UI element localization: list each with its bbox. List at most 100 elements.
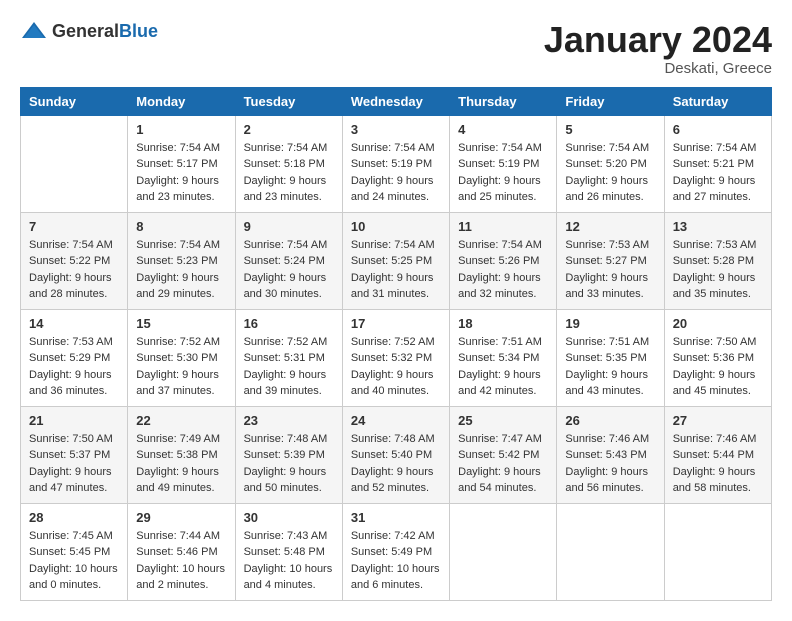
sunset-text: Sunset: 5:21 PM xyxy=(673,158,754,170)
daylight-text: Daylight: 9 hours and 36 minutes. xyxy=(29,369,112,398)
day-info: Sunrise: 7:51 AMSunset: 5:35 PMDaylight:… xyxy=(565,334,655,400)
day-cell-0-4: 4 Sunrise: 7:54 AM Sunset: 5:19 PM Daylight… xyxy=(450,115,557,212)
sunset-text: Sunset: 5:20 PM xyxy=(565,158,646,170)
day-number: 28 xyxy=(29,510,119,525)
sunset-text: Sunset: 5:19 PM xyxy=(458,158,539,170)
day-number: 6 xyxy=(673,122,763,137)
day-cell-2-4: 18 Sunrise: 7:51 AMSunset: 5:34 PMDayligh… xyxy=(450,309,557,406)
day-cell-1-3: 10 Sunrise: 7:54 AM Sunset: 5:25 PM Dayligh… xyxy=(342,212,449,309)
sunrise-text: Sunrise: 7:48 AM xyxy=(351,433,435,445)
day-info: Sunrise: 7:54 AMSunset: 5:26 PMDaylight:… xyxy=(458,237,548,303)
day-info: Sunrise: 7:47 AMSunset: 5:42 PMDaylight:… xyxy=(458,431,548,497)
day-cell-2-3: 17Sunrise: 7:52 AMSunset: 5:32 PMDayligh… xyxy=(342,309,449,406)
daylight-text: Daylight: 9 hours and 47 minutes. xyxy=(29,466,112,495)
daylight-text: Daylight: 9 hours and 31 minutes. xyxy=(351,272,434,301)
calendar-header: Sunday Monday Tuesday Wednesday Thursday… xyxy=(21,87,772,115)
sunset-text: Sunset: 5:25 PM xyxy=(351,255,432,267)
page-container: GeneralBlue January 2024 Deskati, Greece… xyxy=(20,20,772,601)
day-info: Sunrise: 7:54 AMSunset: 5:22 PMDaylight:… xyxy=(29,237,119,303)
col-tuesday: Tuesday xyxy=(235,87,342,115)
day-number: 21 xyxy=(29,413,119,428)
sunset-text: Sunset: 5:43 PM xyxy=(565,449,646,461)
col-saturday: Saturday xyxy=(664,87,771,115)
day-cell-1-4: 11 Sunrise: 7:54 AMSunset: 5:26 PMDayligh… xyxy=(450,212,557,309)
sunrise-text: Sunrise: 7:46 AM xyxy=(673,433,757,445)
day-info: Sunrise: 7:48 AMSunset: 5:39 PMDaylight:… xyxy=(244,431,334,497)
day-number: 25 xyxy=(458,413,548,428)
day-number: 16 xyxy=(244,316,334,331)
day-cell-2-1: 15 Sunrise: 7:52 AM Sunset: 5:30 PM Dayligh… xyxy=(128,309,235,406)
day-cell-1-2: 9Sunrise: 7:54 AMSunset: 5:24 PMDaylight… xyxy=(235,212,342,309)
day-number: 18 xyxy=(458,316,548,331)
day-info: Sunrise: 7:45 AMSunset: 5:45 PMDaylight:… xyxy=(29,528,119,594)
daylight-text: Daylight: 9 hours and 52 minutes. xyxy=(351,466,434,495)
day-number: 23 xyxy=(244,413,334,428)
sunset-text: Sunset: 5:35 PM xyxy=(565,352,646,364)
daylight-text: Daylight: 9 hours and 27 minutes. xyxy=(673,175,756,204)
sunrise-text: Sunrise: 7:54 AM xyxy=(244,142,328,154)
sunset-text: Sunset: 5:19 PM xyxy=(351,158,432,170)
day-number: 10 xyxy=(351,219,441,234)
sunset-text: Sunset: 5:30 PM xyxy=(136,352,217,364)
sunrise-text: Sunrise: 7:54 AM xyxy=(29,239,113,251)
day-cell-4-4 xyxy=(450,503,557,600)
week-row-4: 21Sunrise: 7:50 AMSunset: 5:37 PMDayligh… xyxy=(21,406,772,503)
daylight-text: Daylight: 9 hours and 24 minutes. xyxy=(351,175,434,204)
day-info: Sunrise: 7:48 AMSunset: 5:40 PMDaylight:… xyxy=(351,431,441,497)
day-cell-2-2: 16Sunrise: 7:52 AMSunset: 5:31 PMDayligh… xyxy=(235,309,342,406)
day-cell-4-5 xyxy=(557,503,664,600)
day-info: Sunrise: 7:46 AMSunset: 5:44 PMDaylight:… xyxy=(673,431,763,497)
sunrise-text: Sunrise: 7:49 AM xyxy=(136,433,220,445)
daylight-text: Daylight: 9 hours and 39 minutes. xyxy=(244,369,327,398)
day-number: 4 xyxy=(458,122,548,137)
day-number: 22 xyxy=(136,413,226,428)
day-info: Sunrise: 7:54 AM Sunset: 5:19 PM Daylight:… xyxy=(458,140,548,206)
day-info: Sunrise: 7:51 AMSunset: 5:34 PMDaylight:… xyxy=(458,334,548,400)
day-number: 13 xyxy=(673,219,763,234)
sunset-text: Sunset: 5:24 PM xyxy=(244,255,325,267)
day-number: 24 xyxy=(351,413,441,428)
sunrise-text: Sunrise: 7:54 AM xyxy=(136,239,220,251)
daylight-text: Daylight: 9 hours and 25 minutes. xyxy=(458,175,541,204)
sunrise-text: Sunrise: 7:54 AM xyxy=(351,142,435,154)
sunset-text: Sunset: 5:39 PM xyxy=(244,449,325,461)
day-cell-4-0: 28 Sunrise: 7:45 AMSunset: 5:45 PMDayligh… xyxy=(21,503,128,600)
col-sunday: Sunday xyxy=(21,87,128,115)
col-friday: Friday xyxy=(557,87,664,115)
day-cell-1-1: 8Sunrise: 7:54 AMSunset: 5:23 PMDaylight… xyxy=(128,212,235,309)
sunrise-text: Sunrise: 7:54 AM xyxy=(351,239,435,251)
daylight-text: Daylight: 10 hours and 4 minutes. xyxy=(244,563,333,592)
day-cell-0-5: 5Sunrise: 7:54 AMSunset: 5:20 PMDaylight… xyxy=(557,115,664,212)
sunrise-text: Sunrise: 7:52 AM xyxy=(136,336,220,348)
day-info: Sunrise: 7:46 AMSunset: 5:43 PMDaylight:… xyxy=(565,431,655,497)
week-row-5: 28 Sunrise: 7:45 AMSunset: 5:45 PMDayligh… xyxy=(21,503,772,600)
daylight-text: Daylight: 9 hours and 42 minutes. xyxy=(458,369,541,398)
day-cell-0-3: 3 Sunrise: 7:54 AM Sunset: 5:19 PM Daylight… xyxy=(342,115,449,212)
calendar-body: 1 Sunrise: 7:54 AMSunset: 5:17 PMDaylight… xyxy=(21,115,772,600)
sunset-text: Sunset: 5:36 PM xyxy=(673,352,754,364)
sunset-text: Sunset: 5:26 PM xyxy=(458,255,539,267)
day-number: 12 xyxy=(565,219,655,234)
general-blue-logo-icon xyxy=(20,20,48,42)
day-cell-3-2: 23 Sunrise: 7:48 AMSunset: 5:39 PMDayligh… xyxy=(235,406,342,503)
daylight-text: Daylight: 9 hours and 50 minutes. xyxy=(244,466,327,495)
sunrise-text: Sunrise: 7:53 AM xyxy=(29,336,113,348)
month-title: January 2024 xyxy=(544,20,772,60)
sunset-text: Sunset: 5:46 PM xyxy=(136,546,217,558)
day-number: 15 xyxy=(136,316,226,331)
day-info: Sunrise: 7:54 AMSunset: 5:17 PMDaylight:… xyxy=(136,140,226,206)
daylight-text: Daylight: 9 hours and 23 minutes. xyxy=(244,175,327,204)
daylight-text: Daylight: 10 hours and 6 minutes. xyxy=(351,563,440,592)
day-number: 11 xyxy=(458,219,548,234)
daylight-text: Daylight: 9 hours and 58 minutes. xyxy=(673,466,756,495)
daylight-text: Daylight: 9 hours and 37 minutes. xyxy=(136,369,219,398)
sunset-text: Sunset: 5:38 PM xyxy=(136,449,217,461)
sunrise-text: Sunrise: 7:45 AM xyxy=(29,530,113,542)
day-number: 3 xyxy=(351,122,441,137)
day-number: 1 xyxy=(136,122,226,137)
sunset-text: Sunset: 5:27 PM xyxy=(565,255,646,267)
day-info: Sunrise: 7:50 AMSunset: 5:36 PMDaylight:… xyxy=(673,334,763,400)
day-cell-4-6 xyxy=(664,503,771,600)
sunrise-text: Sunrise: 7:54 AM xyxy=(458,142,542,154)
daylight-text: Daylight: 9 hours and 26 minutes. xyxy=(565,175,648,204)
